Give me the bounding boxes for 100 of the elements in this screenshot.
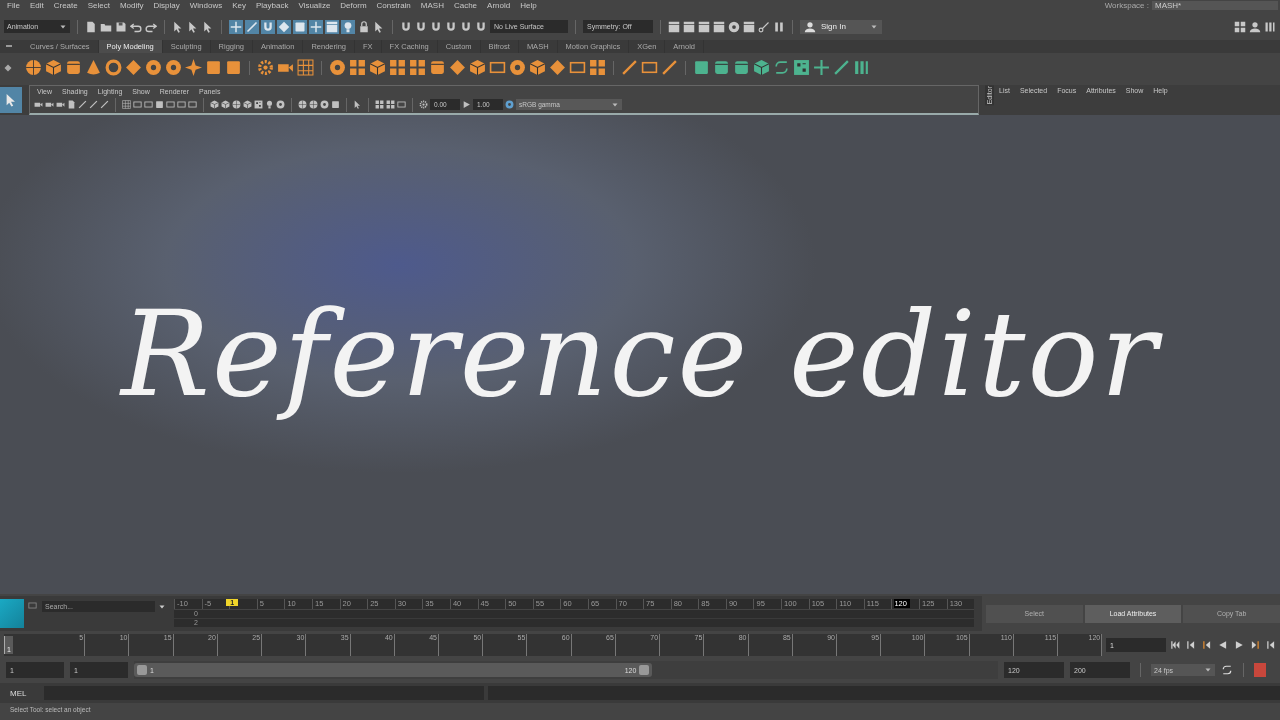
play-icon[interactable] xyxy=(1234,640,1244,651)
disc-icon[interactable] xyxy=(509,59,526,77)
square-icon[interactable] xyxy=(331,100,340,110)
square-icon[interactable] xyxy=(225,59,242,77)
pencil-line-icon[interactable] xyxy=(78,100,87,110)
menu-item[interactable]: Key xyxy=(227,1,251,11)
cube-icon[interactable] xyxy=(221,100,230,110)
menu-item[interactable]: Arnold xyxy=(482,1,516,11)
arrow-cursor-icon[interactable] xyxy=(202,20,214,33)
pause-icon[interactable] xyxy=(773,20,785,33)
blocks-icon[interactable] xyxy=(386,100,395,110)
magnet-icon[interactable] xyxy=(261,19,275,34)
frame-icon[interactable] xyxy=(397,100,406,110)
play-backward-icon[interactable] xyxy=(1218,640,1228,651)
cylinder-icon[interactable] xyxy=(713,59,730,77)
disc-icon[interactable] xyxy=(505,100,514,110)
clapper-icon[interactable] xyxy=(683,20,695,33)
clapper-icon[interactable] xyxy=(713,20,725,33)
star-icon[interactable] xyxy=(185,59,202,77)
disc-icon[interactable] xyxy=(728,20,740,33)
checker-icon[interactable] xyxy=(793,59,810,77)
blocks-icon[interactable] xyxy=(349,59,366,77)
bars-icon[interactable] xyxy=(1264,20,1276,33)
cylinder-icon[interactable] xyxy=(733,59,750,77)
menu-item[interactable]: Playback xyxy=(251,1,294,11)
menu-item[interactable]: Windows xyxy=(184,1,228,11)
pencil-line-icon[interactable] xyxy=(621,59,638,77)
cross-icon[interactable] xyxy=(813,59,830,77)
arrow-cursor-icon[interactable] xyxy=(172,20,184,33)
loop-icon[interactable] xyxy=(1221,664,1233,677)
sphere-icon[interactable] xyxy=(298,100,307,110)
diamond-icon[interactable] xyxy=(125,59,142,77)
sphere-icon[interactable] xyxy=(25,59,42,77)
camera-icon[interactable] xyxy=(45,100,54,110)
clapper-icon[interactable] xyxy=(743,20,755,33)
blocks-icon[interactable] xyxy=(1234,20,1246,33)
checker-icon[interactable] xyxy=(254,100,263,110)
sphere-icon[interactable] xyxy=(309,100,318,110)
blocks-icon[interactable] xyxy=(375,100,384,110)
magnet-icon[interactable] xyxy=(415,20,427,33)
cube-icon[interactable] xyxy=(369,59,386,77)
square-icon[interactable] xyxy=(205,59,222,77)
blocks-icon[interactable] xyxy=(409,59,426,77)
square-icon[interactable] xyxy=(693,59,710,77)
diamond-icon[interactable] xyxy=(4,63,12,72)
menu-item[interactable]: Modify xyxy=(114,1,149,11)
magnet-icon[interactable] xyxy=(430,20,442,33)
grid-icon[interactable] xyxy=(297,59,314,77)
cube-icon[interactable] xyxy=(529,59,546,77)
step-back-icon[interactable] xyxy=(1186,640,1196,651)
bulb-icon[interactable] xyxy=(341,19,355,34)
range-handle[interactable] xyxy=(137,665,147,676)
arrow-cursor-icon[interactable] xyxy=(373,20,385,33)
diamond-icon[interactable] xyxy=(549,59,566,77)
diamond-icon[interactable] xyxy=(277,19,291,34)
loop-icon[interactable] xyxy=(773,59,790,77)
workspace-field[interactable]: MASH* xyxy=(1152,1,1278,11)
play-icon[interactable] xyxy=(462,100,471,110)
menu-item[interactable]: Cache xyxy=(448,1,483,11)
previous-key-icon[interactable] xyxy=(1202,640,1212,651)
range-slider-fill[interactable] xyxy=(134,663,653,678)
pencil-line-icon[interactable] xyxy=(89,100,98,110)
cylinder-icon[interactable] xyxy=(65,59,82,77)
range-handle[interactable] xyxy=(639,665,650,676)
blocks-icon[interactable] xyxy=(389,59,406,77)
page-icon[interactable] xyxy=(85,20,97,33)
disc-icon[interactable] xyxy=(165,59,182,77)
disc-icon[interactable] xyxy=(329,59,346,77)
shelf-grip[interactable] xyxy=(6,45,12,48)
clapper-icon[interactable] xyxy=(668,20,680,33)
camera-icon[interactable] xyxy=(56,100,65,110)
bars-icon[interactable] xyxy=(853,59,870,77)
step-back-icon[interactable] xyxy=(1266,640,1276,651)
menu-item[interactable]: File xyxy=(2,1,25,11)
pencil-line-icon[interactable] xyxy=(245,19,259,34)
cube-icon[interactable] xyxy=(210,100,219,110)
cube-icon[interactable] xyxy=(753,59,770,77)
disc-icon[interactable] xyxy=(145,59,162,77)
settings-icon[interactable] xyxy=(419,100,428,110)
clapper-icon[interactable] xyxy=(325,19,339,34)
arrow-cursor-icon[interactable] xyxy=(353,100,362,110)
command-language-label[interactable]: MEL xyxy=(0,688,40,698)
viewport[interactable]: Reference editor xyxy=(0,114,1280,595)
cube-icon[interactable] xyxy=(243,100,252,110)
pencil-line-icon[interactable] xyxy=(833,59,850,77)
page-icon[interactable] xyxy=(67,100,76,110)
arrow-cursor-icon[interactable] xyxy=(187,20,199,33)
magnet-icon[interactable] xyxy=(445,20,457,33)
clapper-icon[interactable] xyxy=(698,20,710,33)
sign-in-button[interactable]: Sign In xyxy=(800,19,882,34)
cylinder-icon[interactable] xyxy=(429,59,446,77)
square-icon[interactable] xyxy=(155,100,164,110)
cube-icon[interactable] xyxy=(45,59,62,77)
save-icon[interactable] xyxy=(115,20,127,33)
diamond-icon[interactable] xyxy=(449,59,466,77)
disc-icon[interactable] xyxy=(276,100,285,110)
menu-item[interactable]: Constrain xyxy=(371,1,416,11)
grid-icon[interactable] xyxy=(122,100,131,110)
torus-icon[interactable] xyxy=(105,59,122,77)
user-icon[interactable] xyxy=(1249,20,1261,33)
